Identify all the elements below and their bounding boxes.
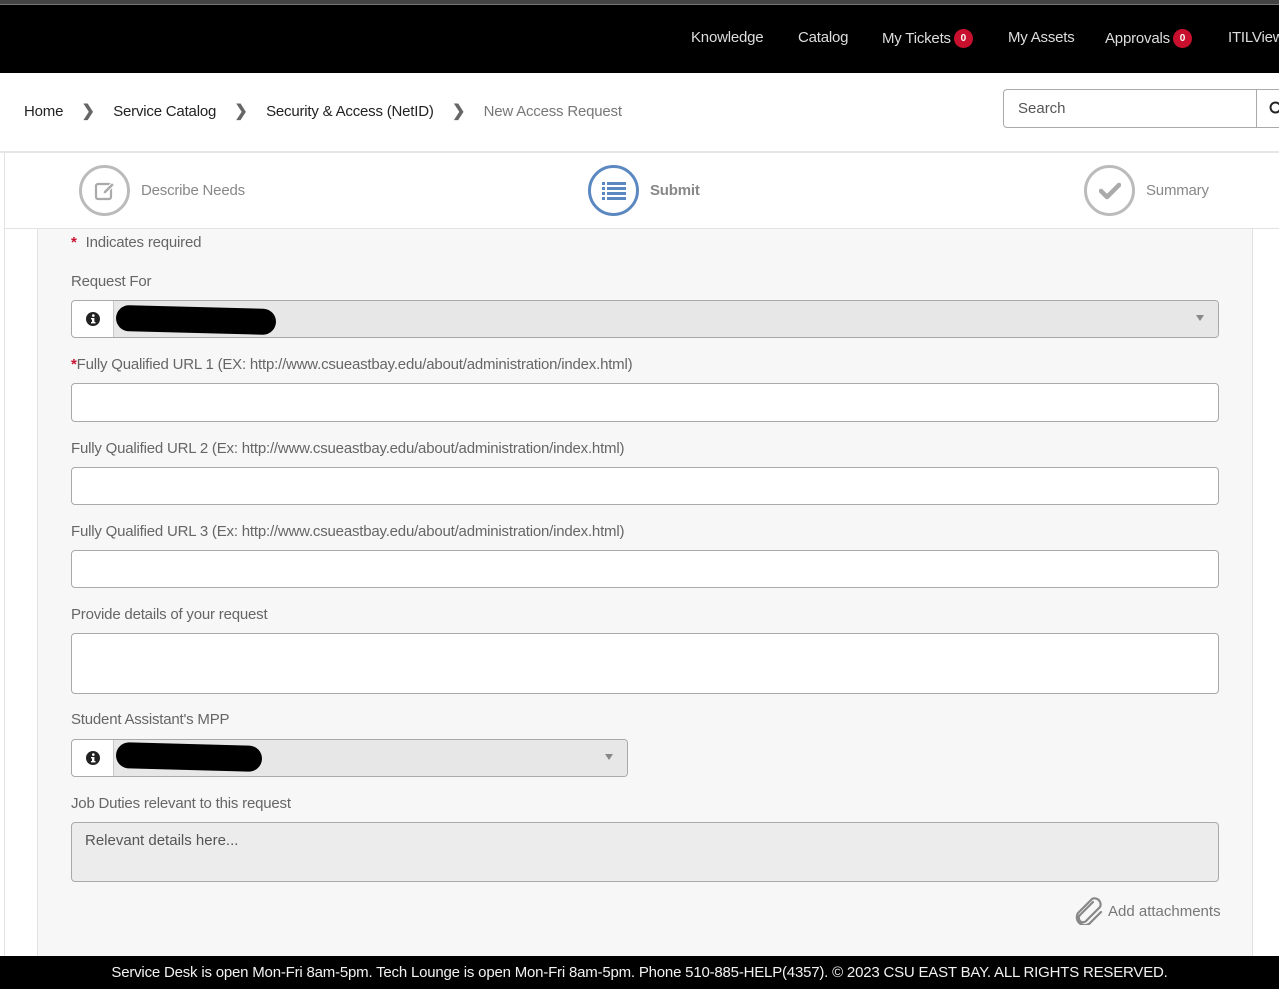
required-asterisk: *: [71, 234, 77, 251]
chevron-right-icon: ❯: [63, 101, 113, 121]
step-label: Submit: [650, 182, 700, 199]
footer: Service Desk is open Mon-Fri 8am-5pm. Te…: [0, 956, 1279, 989]
edit-icon: [93, 179, 117, 203]
request-for-value[interactable]: [113, 301, 1218, 337]
step-submit[interactable]: Submit: [588, 165, 700, 216]
progress-stepper: Describe Needs Submit Summary: [4, 153, 1279, 229]
info-icon: [86, 751, 100, 765]
nav-catalog-label: Catalog: [798, 29, 848, 46]
mpp-select[interactable]: [71, 739, 628, 777]
chevron-right-icon: ❯: [434, 101, 484, 121]
step-label: Describe Needs: [141, 182, 245, 199]
breadcrumb: Home ❯ Service Catalog ❯ Security & Acce…: [24, 101, 622, 121]
breadcrumb-security-access[interactable]: Security & Access (NetID): [266, 103, 434, 120]
nav-catalog[interactable]: Catalog: [798, 29, 848, 46]
url2-input[interactable]: [71, 467, 1219, 505]
mpp-value[interactable]: [113, 740, 627, 776]
search-icon: [1269, 101, 1279, 117]
nav-approvals[interactable]: Approvals0: [1105, 29, 1192, 48]
url1-label: *Fully Qualified URL 1 (EX: http://www.c…: [71, 356, 632, 373]
url3-input[interactable]: [71, 550, 1219, 588]
step-circle: [79, 165, 130, 216]
breadcrumb-service-catalog[interactable]: Service Catalog: [113, 103, 216, 120]
request-for-select[interactable]: [71, 300, 1219, 338]
mpp-label: Student Assistant's MPP: [71, 711, 229, 728]
nav-my-tickets-label: My Tickets: [882, 30, 951, 47]
step-circle: [1084, 165, 1135, 216]
nav-my-tickets[interactable]: My Tickets0: [882, 29, 973, 48]
chevron-down-icon: [1196, 315, 1204, 321]
search-box: [1003, 89, 1279, 128]
step-describe-needs[interactable]: Describe Needs: [79, 165, 245, 216]
details-label: Provide details of your request: [71, 606, 267, 623]
nav-knowledge-label: Knowledge: [691, 29, 763, 46]
search-button[interactable]: [1256, 90, 1279, 127]
list-icon: [602, 181, 626, 201]
search-input[interactable]: [1004, 90, 1256, 127]
top-navbar: Knowledge Catalog My Tickets0 My Assets …: [0, 5, 1279, 73]
url1-label-text: Fully Qualified URL 1 (EX: http://www.cs…: [77, 356, 633, 373]
url2-label: Fully Qualified URL 2 (Ex: http://www.cs…: [71, 440, 624, 457]
nav-itilview-label: ITILView: [1228, 29, 1279, 46]
redacted-value: [116, 305, 277, 335]
add-attachments-button[interactable]: Add attachments: [1073, 897, 1221, 925]
breadcrumb-current: New Access Request: [484, 103, 622, 120]
mpp-info-button[interactable]: [72, 740, 113, 776]
my-tickets-count-badge: 0: [954, 29, 973, 48]
step-circle: [588, 165, 639, 216]
add-attachments-label: Add attachments: [1108, 903, 1221, 920]
nav-itilview[interactable]: ITILView: [1228, 29, 1279, 46]
url1-input[interactable]: [71, 383, 1219, 422]
nav-my-assets-label: My Assets: [1008, 29, 1075, 46]
chevron-down-icon: [605, 754, 613, 760]
step-label: Summary: [1146, 182, 1209, 199]
url3-label: Fully Qualified URL 3 (Ex: http://www.cs…: [71, 523, 624, 540]
required-note: * Indicates required: [71, 234, 201, 251]
approvals-count-badge: 0: [1173, 29, 1192, 48]
step-summary[interactable]: Summary: [1084, 165, 1209, 216]
details-textarea[interactable]: [71, 633, 1219, 694]
required-note-text: Indicates required: [86, 234, 202, 251]
job-duties-field[interactable]: Relevant details here...: [71, 822, 1219, 882]
info-icon: [86, 312, 100, 326]
request-for-info-button[interactable]: [72, 301, 113, 337]
paperclip-icon: [1073, 897, 1105, 925]
request-for-label: Request For: [71, 273, 151, 290]
nav-knowledge[interactable]: Knowledge: [691, 29, 763, 46]
job-duties-label: Job Duties relevant to this request: [71, 795, 291, 812]
check-icon: [1099, 182, 1121, 200]
breadcrumb-home[interactable]: Home: [24, 103, 63, 120]
chevron-right-icon: ❯: [216, 101, 266, 121]
nav-approvals-label: Approvals: [1105, 30, 1170, 47]
redacted-value: [116, 742, 263, 772]
nav-my-assets[interactable]: My Assets: [1008, 29, 1075, 46]
